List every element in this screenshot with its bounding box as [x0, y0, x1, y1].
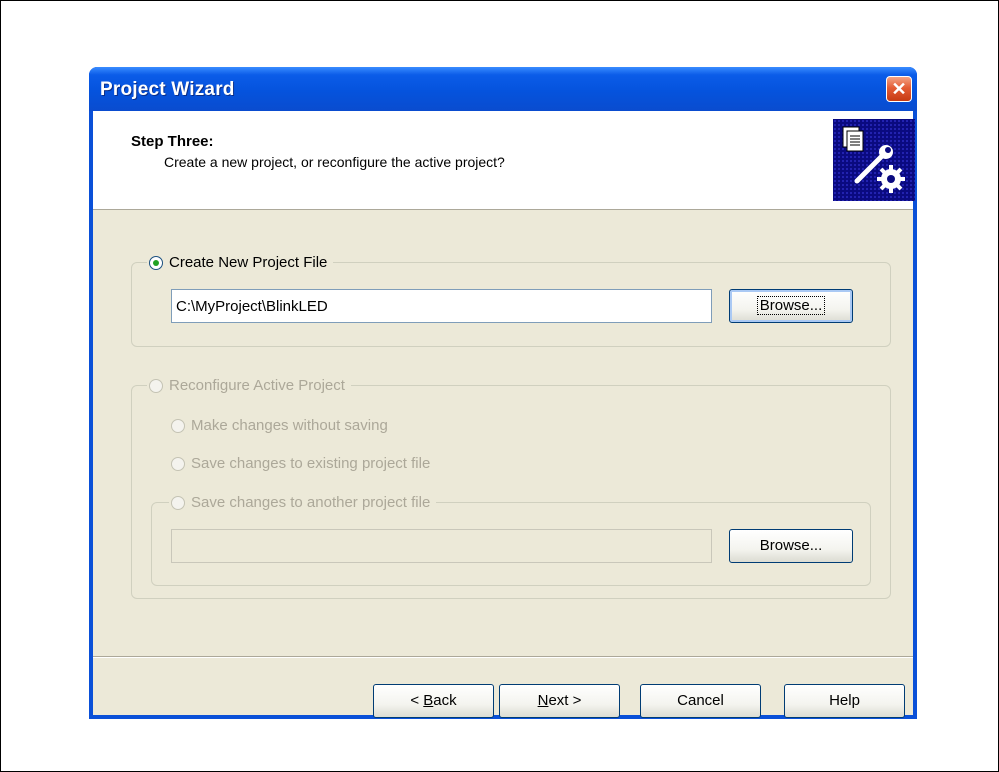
make-changes-radio[interactable]: Make changes without saving [171, 417, 388, 434]
cancel-label: Cancel [677, 692, 724, 709]
make-changes-label: Make changes without saving [191, 417, 388, 434]
next-button[interactable]: Next > [499, 684, 620, 718]
step-description: Create a new project, or reconfigure the… [164, 154, 505, 170]
wizard-header: Step Three: Create a new project, or rec… [93, 111, 915, 210]
save-another-label: Save changes to another project file [191, 494, 431, 511]
reconfigure-label: Reconfigure Active Project [169, 377, 345, 394]
dialog-client-area: Step Three: Create a new project, or rec… [93, 111, 915, 718]
save-existing-radio[interactable]: Save changes to existing project file [171, 455, 430, 472]
radio-unchecked-icon [149, 378, 163, 393]
another-project-path-input[interactable] [171, 529, 712, 563]
step-title: Step Three: [131, 133, 214, 150]
cancel-button[interactable]: Cancel [640, 684, 761, 718]
create-new-label: Create New Project File [169, 254, 328, 271]
next-label: Next > [537, 692, 582, 709]
back-label: < Back [410, 692, 457, 709]
radio-unchecked-icon [171, 418, 185, 433]
close-icon[interactable]: ✕ [886, 76, 912, 102]
browse-button-new[interactable]: Browse... [729, 289, 853, 323]
browse-button-another[interactable]: Browse... [729, 529, 853, 563]
radio-unchecked-icon [171, 495, 185, 510]
radio-checked-icon [149, 255, 163, 270]
reconfigure-radio[interactable]: Reconfigure Active Project [147, 377, 351, 394]
help-button[interactable]: Help [784, 684, 905, 718]
save-another-radio[interactable]: Save changes to another project file [169, 494, 437, 511]
save-existing-label: Save changes to existing project file [191, 455, 431, 472]
browse-label: Browse... [759, 537, 823, 554]
help-label: Help [829, 692, 860, 709]
project-settings-icon [833, 119, 915, 201]
browse-label: Browse... [756, 296, 826, 315]
radio-unchecked-icon [171, 456, 185, 471]
create-new-radio[interactable]: Create New Project File [147, 254, 334, 271]
back-button[interactable]: < Back [373, 684, 494, 718]
title-bar[interactable]: Project Wizard ✕ [89, 67, 917, 111]
window-title: Project Wizard [100, 79, 235, 100]
new-project-path-input[interactable] [171, 289, 712, 323]
project-wizard-window: Project Wizard ✕ Step Three: Create a ne… [89, 67, 917, 719]
footer-separator [93, 656, 913, 658]
